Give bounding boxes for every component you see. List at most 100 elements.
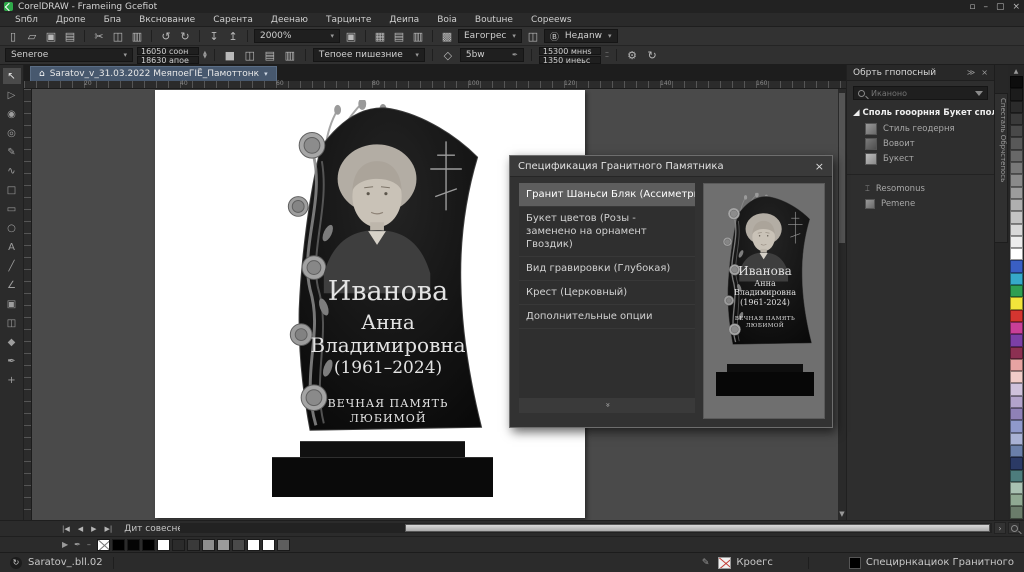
- color-swatch[interactable]: [1010, 285, 1023, 297]
- docker-vertical-tab[interactable]: Спесталь Обрчстепось: [994, 93, 1008, 243]
- save-icon[interactable]: ▣: [43, 29, 59, 43]
- palette-expand-icon[interactable]: ▶: [62, 540, 68, 549]
- ellipse-tool-icon[interactable]: ○: [3, 220, 21, 236]
- monument-artwork[interactable]: Иванова Анна Владимировна (1961–2024) ВЕ…: [250, 100, 512, 502]
- undo-icon[interactable]: ↺: [158, 29, 174, 43]
- page-border-icon[interactable]: ▣: [343, 29, 359, 43]
- color-swatch[interactable]: [1010, 371, 1023, 383]
- color-swatch[interactable]: [127, 539, 140, 551]
- crop-tool-icon[interactable]: ◉: [3, 106, 21, 122]
- rotate-angle-icon[interactable]: ◇: [440, 48, 456, 62]
- docker-item-style[interactable]: Стиль геодерня: [847, 121, 994, 136]
- color-swatch[interactable]: [1010, 408, 1023, 420]
- color-swatch[interactable]: [1010, 383, 1023, 395]
- last-page-icon[interactable]: ▶|: [103, 525, 115, 533]
- menu-item[interactable]: Boutuне: [466, 14, 522, 26]
- dimension-tool-icon[interactable]: ∠: [3, 277, 21, 293]
- eyedropper-tool-icon[interactable]: ✒: [3, 353, 21, 369]
- color-swatch[interactable]: [1010, 433, 1023, 445]
- filter-icon[interactable]: [975, 91, 983, 96]
- color-swatch[interactable]: [112, 539, 125, 551]
- refresh-icon[interactable]: ↻: [644, 48, 660, 62]
- paste-icon[interactable]: ▥: [129, 29, 145, 43]
- scroll-up-icon[interactable]: ▲: [1010, 67, 1022, 76]
- dialog-item-bouquet[interactable]: Букет цветов (Розы - заменено на орнамен…: [519, 207, 695, 257]
- color-swatch[interactable]: [232, 539, 245, 551]
- preset-select[interactable]: Senerоe ▾: [5, 48, 133, 62]
- text-tool-icon[interactable]: А: [3, 239, 21, 255]
- options-dropdown[interactable]: Еагогрес ▾: [458, 29, 522, 43]
- color-swatch[interactable]: [187, 539, 200, 551]
- document-tab[interactable]: ⌂ Saratov_v_31.03.2022 МеяпоеГІЁ_Памотто…: [30, 66, 277, 81]
- copy-icon[interactable]: ◫: [110, 29, 126, 43]
- color-swatch[interactable]: [1010, 494, 1023, 506]
- dialog-scroll-more[interactable]: »: [519, 398, 695, 413]
- menu-item[interactable]: Sпбл: [6, 14, 47, 26]
- color-swatch[interactable]: [1010, 297, 1023, 309]
- close-icon[interactable]: ×: [815, 160, 824, 173]
- position-y-field[interactable]: 18630 апое: [137, 56, 199, 64]
- color-swatch[interactable]: [172, 539, 185, 551]
- color-swatch[interactable]: [1010, 137, 1023, 149]
- color-swatch[interactable]: [1010, 445, 1023, 457]
- object-width-field[interactable]: 15300 мннs: [539, 47, 601, 55]
- color-swatch[interactable]: [1010, 248, 1023, 260]
- next-page-icon[interactable]: ▶: [89, 525, 98, 533]
- menu-item[interactable]: Вкснование: [130, 14, 204, 26]
- dialog-item-cross[interactable]: Крест (Церковный): [519, 281, 695, 305]
- cut-icon[interactable]: ✂: [91, 29, 107, 43]
- dialog-title-bar[interactable]: Спецификация Гранитного Памятника ×: [510, 156, 832, 177]
- line-tool-icon[interactable]: ╱: [3, 258, 21, 274]
- color-swatch[interactable]: [277, 539, 290, 551]
- close-icon[interactable]: ×: [981, 68, 988, 77]
- color-swatch[interactable]: [1010, 347, 1023, 359]
- export-icon[interactable]: ↥: [225, 29, 241, 43]
- artistic-media-tool-icon[interactable]: ∿: [3, 163, 21, 179]
- color-swatch[interactable]: [97, 539, 110, 551]
- docker-tree-header[interactable]: ◢ Споль гооорння Букет сположеамный: [847, 105, 994, 121]
- horizontal-scrollbar-thumb[interactable]: [405, 524, 990, 532]
- color-swatch[interactable]: [202, 539, 215, 551]
- color-swatch[interactable]: [247, 539, 260, 551]
- color-swatch[interactable]: [1010, 482, 1023, 494]
- docker-item-resomonus[interactable]: ⌶ Resomonus: [847, 181, 994, 196]
- pin-icon[interactable]: ▫: [969, 2, 975, 12]
- color-swatch[interactable]: [1010, 260, 1023, 272]
- color-swatch[interactable]: [262, 539, 275, 551]
- color-swatch[interactable]: [1010, 113, 1023, 125]
- docker-search[interactable]: [853, 86, 988, 100]
- color-swatch[interactable]: [1010, 101, 1023, 113]
- add-tool-icon[interactable]: +: [3, 372, 21, 388]
- grid-view-icon[interactable]: ▦: [372, 29, 388, 43]
- color-swatch[interactable]: [142, 539, 155, 551]
- redo-icon[interactable]: ↻: [177, 29, 193, 43]
- menu-item[interactable]: Тарцинте: [317, 14, 380, 26]
- columns-view-icon[interactable]: ▥: [410, 29, 426, 43]
- color-swatch[interactable]: [1010, 322, 1023, 334]
- vertical-scrollbar-thumb[interactable]: [839, 93, 845, 243]
- position-x-field[interactable]: 16050 соон: [137, 47, 199, 55]
- color-swatch[interactable]: [1010, 273, 1023, 285]
- docker-item-pemene[interactable]: Pemene: [847, 196, 994, 211]
- color-swatch[interactable]: [1010, 420, 1023, 432]
- blend-mode-select[interactable]: Тепоее пишезние ▾: [313, 48, 425, 62]
- zoom-level-select[interactable]: 2000% ▾: [254, 29, 340, 43]
- menu-item[interactable]: Вoia: [428, 14, 466, 26]
- color-swatch[interactable]: [157, 539, 170, 551]
- dialog-item-extra[interactable]: Дополнительные опции: [519, 305, 695, 329]
- nib-size-field[interactable]: 5bw ✒: [460, 48, 524, 62]
- transparency-tool-icon[interactable]: ◫: [3, 315, 21, 331]
- color-swatch[interactable]: [217, 539, 230, 551]
- layer-up-icon[interactable]: ▤: [262, 48, 278, 62]
- lines-view-icon[interactable]: ▤: [391, 29, 407, 43]
- pick-tool-icon[interactable]: ↖: [3, 68, 21, 84]
- menu-item[interactable]: Деипа: [380, 14, 428, 26]
- polygon-tool-icon[interactable]: ▭: [3, 201, 21, 217]
- color-swatch[interactable]: [1010, 150, 1023, 162]
- docker-item-bouquet[interactable]: Букест: [847, 151, 994, 166]
- color-swatch[interactable]: [1010, 211, 1023, 223]
- fullscreen-icon[interactable]: ◫: [525, 29, 541, 43]
- frame-tool-icon[interactable]: ▣: [3, 296, 21, 312]
- color-swatch[interactable]: [1010, 457, 1023, 469]
- gear-icon[interactable]: ⚙: [624, 48, 640, 62]
